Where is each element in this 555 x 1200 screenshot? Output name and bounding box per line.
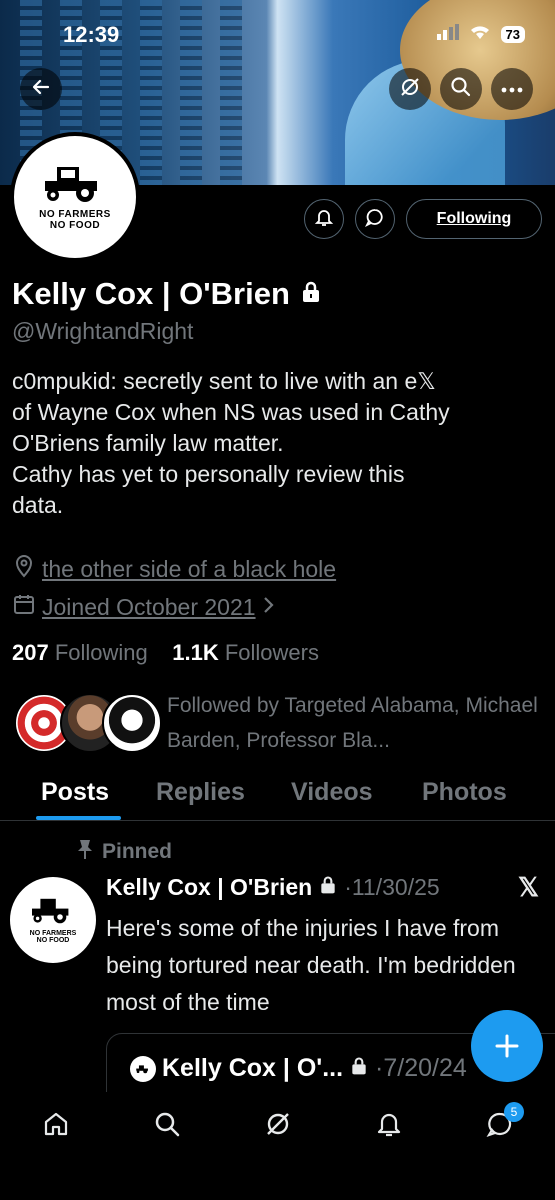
profile-location[interactable]: the other side of a black hole: [12, 554, 336, 584]
arrow-left-icon: [31, 77, 51, 102]
more-dots-icon: [501, 80, 523, 98]
bell-icon: [375, 1110, 403, 1143]
quote-date: ·7/20/24: [375, 1054, 467, 1082]
battery-indicator: 73: [500, 26, 525, 43]
followers-count-link[interactable]: 1.1K Followers: [172, 640, 319, 665]
joined-link[interactable]: Joined October 2021: [42, 594, 256, 621]
pinned-indicator: Pinned: [76, 838, 172, 866]
pinned-label: Pinned: [102, 840, 173, 863]
post-author[interactable]: Kelly Cox | O'Brien: [106, 874, 312, 901]
more-button[interactable]: [491, 68, 533, 110]
follower-avatar[interactable]: [102, 693, 162, 753]
follow-counts: 207 Following 1.1K Followers: [12, 640, 319, 666]
grok-icon: [399, 76, 421, 103]
quote-author: Kelly Cox | O'...: [162, 1054, 344, 1082]
bell-plus-icon: [314, 207, 334, 232]
chevron-right-icon: [262, 594, 276, 621]
message-button[interactable]: [355, 199, 395, 239]
following-label: Following: [54, 640, 148, 665]
calendar-icon: [12, 592, 36, 622]
nav-notifications[interactable]: [367, 1104, 411, 1148]
compose-button[interactable]: [471, 1010, 543, 1082]
lock-icon: [349, 1054, 369, 1083]
chat-bubble-icon: [364, 207, 385, 232]
post-date[interactable]: ·11/30/25: [344, 874, 439, 901]
search-button[interactable]: [440, 68, 482, 110]
location-link[interactable]: the other side of a black hole: [42, 556, 336, 583]
nav-messages[interactable]: 5: [478, 1102, 524, 1148]
nav-home[interactable]: [34, 1104, 78, 1148]
status-bar: 12:39 73: [0, 20, 555, 50]
messages-badge: 5: [504, 1102, 524, 1122]
post-avatar[interactable]: NO FARMERS NO FOOD: [10, 877, 96, 963]
avatar-text: NO FARMERS: [29, 930, 77, 937]
quote-avatar: [130, 1055, 156, 1082]
notifications-button[interactable]: [304, 199, 344, 239]
lock-icon: [299, 276, 323, 311]
followed-by-text[interactable]: Followed by Targeted Alabama, Michael Ba…: [167, 688, 547, 758]
quoted-post-header: Kelly Cox | O'... ·7/20/24: [130, 1054, 467, 1083]
post-header: Kelly Cox | O'Brien ·11/30/25: [106, 874, 440, 901]
following-button[interactable]: Following: [406, 199, 542, 239]
followers-count: 1.1K: [172, 640, 219, 665]
signal-icon: [436, 24, 459, 45]
tractor-icon: [25, 896, 81, 930]
active-tab-indicator: [36, 816, 121, 820]
nav-search[interactable]: [145, 1104, 189, 1148]
location-pin-icon: [12, 554, 36, 584]
status-icons: 73: [436, 24, 525, 45]
avatar-text: NO FOOD: [49, 220, 101, 231]
plus-icon: [493, 1022, 521, 1070]
post-text[interactable]: Here's some of the injuries I have from …: [106, 910, 546, 1021]
followers-label: Followers: [224, 640, 319, 665]
nav-grok[interactable]: [256, 1104, 300, 1148]
tab-photos[interactable]: Photos: [422, 778, 507, 807]
wifi-icon: [469, 24, 491, 45]
profile-name-text: Kelly Cox | O'Brien: [12, 276, 290, 311]
profile-joined[interactable]: Joined October 2021: [12, 592, 276, 622]
profile-bio: c0mpukid: secretly sent to live with an …: [12, 368, 450, 518]
profile-name: Kelly Cox | O'Brien: [12, 276, 323, 312]
tractor-icon: [35, 163, 115, 209]
tab-replies[interactable]: Replies: [156, 778, 245, 807]
back-button[interactable]: [20, 68, 62, 110]
grok-icon: [264, 1110, 292, 1143]
x-logo-icon: 𝕏: [518, 872, 539, 902]
search-icon: [153, 1110, 181, 1143]
avatar-text: NO FARMERS: [39, 209, 111, 220]
following-count-link[interactable]: 207 Following: [12, 640, 148, 665]
profile-avatar[interactable]: NO FARMERS NO FOOD: [10, 132, 140, 262]
tab-posts[interactable]: Posts: [41, 778, 109, 807]
profile-tabs: Posts Replies Videos Photos: [0, 772, 555, 821]
lock-icon: [318, 874, 338, 901]
status-time: 12:39: [63, 22, 120, 47]
home-icon: [42, 1110, 70, 1143]
tab-videos[interactable]: Videos: [291, 778, 373, 807]
bottom-nav: 5: [0, 1092, 555, 1200]
pin-icon: [76, 838, 94, 866]
grok-button[interactable]: [389, 68, 431, 110]
following-count: 207: [12, 640, 49, 665]
avatar-text: NO FOOD: [36, 937, 70, 944]
profile-handle: @WrightandRight: [12, 318, 194, 344]
search-icon: [450, 76, 472, 103]
